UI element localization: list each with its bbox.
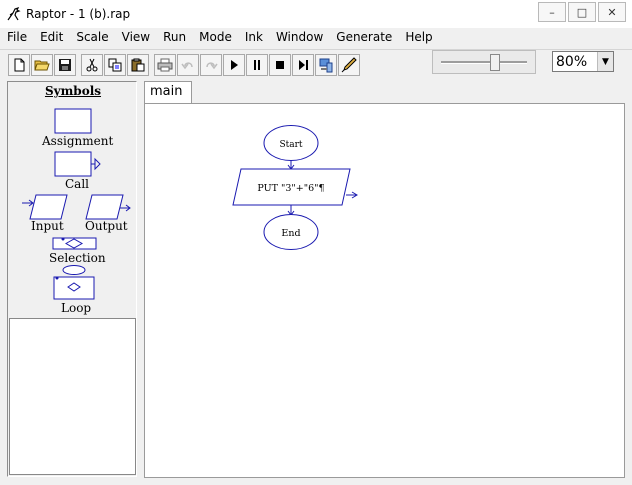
menu-window[interactable]: Window — [269, 28, 329, 48]
raptor-window: Raptor - 1 (b).rap – □ ✕ File Edit Scale… — [0, 0, 632, 485]
window-title: Raptor - 1 (b).rap — [26, 7, 131, 21]
speed-slider[interactable] — [432, 50, 536, 74]
cut-icon — [86, 58, 98, 72]
assignment-symbol[interactable] — [54, 108, 92, 134]
print-button[interactable] — [154, 54, 176, 76]
menu-run[interactable]: Run — [156, 28, 192, 48]
undo-button[interactable] — [177, 54, 199, 76]
caption-buttons: – □ ✕ — [536, 2, 626, 22]
new-file-button[interactable] — [8, 54, 30, 76]
cut-button[interactable] — [81, 54, 103, 76]
output-label: Output — [85, 219, 128, 233]
input-label: Input — [31, 219, 64, 233]
speed-slider-track — [441, 61, 527, 64]
save-button[interactable] — [54, 54, 76, 76]
redo-button[interactable] — [200, 54, 222, 76]
flow-output-label: PUT "3"+"6"¶ — [257, 183, 324, 194]
test-server-icon — [319, 58, 333, 73]
new-file-icon — [14, 58, 25, 72]
step-icon — [299, 60, 308, 70]
print-icon — [157, 58, 173, 72]
menu-scale[interactable]: Scale — [69, 28, 114, 48]
stop-button[interactable] — [269, 54, 291, 76]
execute-button[interactable] — [223, 54, 245, 76]
loop-symbol[interactable] — [52, 265, 98, 301]
call-symbol[interactable] — [54, 151, 102, 177]
test-server-button[interactable] — [315, 54, 337, 76]
copy-button[interactable] — [104, 54, 126, 76]
menu-generate[interactable]: Generate — [329, 28, 398, 48]
menu-bar: File Edit Scale View Run Mode Ink Window… — [0, 28, 632, 48]
selection-label: Selection — [49, 251, 106, 265]
menu-edit[interactable]: Edit — [33, 28, 69, 48]
loop-label: Loop — [61, 301, 92, 315]
symbols-heading: Symbols — [44, 84, 102, 98]
ink-pen-icon — [341, 57, 357, 73]
minimize-button[interactable]: – — [538, 2, 566, 22]
call-label: Call — [65, 177, 90, 191]
menu-view[interactable]: View — [115, 28, 156, 48]
chevron-down-icon[interactable]: ▼ — [597, 52, 613, 71]
close-button[interactable]: ✕ — [598, 2, 626, 22]
stop-icon — [276, 61, 284, 69]
flowchart-canvas[interactable]: Start PUT "3"+"6"¶ End — [144, 103, 625, 478]
raptor-app-icon — [7, 6, 21, 21]
redo-icon — [206, 62, 218, 70]
selection-symbol[interactable] — [52, 234, 98, 250]
step-button[interactable] — [292, 54, 314, 76]
flowchart: Start PUT "3"+"6"¶ End — [232, 125, 358, 250]
tab-main[interactable]: main — [144, 81, 192, 103]
menu-help[interactable]: Help — [398, 28, 438, 48]
output-symbol[interactable] — [84, 193, 132, 221]
menu-ink[interactable]: Ink — [238, 28, 269, 48]
menu-mode[interactable]: Mode — [192, 28, 238, 48]
title-bar: Raptor - 1 (b).rap – □ ✕ — [0, 0, 632, 28]
paste-button[interactable] — [127, 54, 149, 76]
zoom-value: 80% — [556, 53, 588, 70]
open-button[interactable] — [31, 54, 53, 76]
menu-file[interactable]: File — [0, 28, 33, 48]
speed-slider-thumb[interactable] — [490, 54, 501, 71]
flow-start-label: Start — [279, 140, 302, 150]
undo-icon — [181, 62, 193, 70]
flow-end-label: End — [281, 228, 300, 239]
play-icon — [231, 60, 238, 70]
open-folder-icon — [34, 60, 50, 71]
maximize-button[interactable]: □ — [568, 2, 596, 22]
pause-icon — [254, 60, 260, 70]
pause-button[interactable] — [246, 54, 268, 76]
save-icon — [59, 59, 71, 71]
zoom-select[interactable]: 80% ▼ — [552, 51, 614, 72]
paste-icon — [131, 58, 145, 72]
ink-pen-button[interactable] — [338, 54, 360, 76]
assignment-label: Assignment — [42, 134, 114, 148]
variable-watch-panel[interactable] — [9, 318, 136, 475]
toolbar — [0, 49, 632, 80]
input-symbol[interactable] — [22, 193, 68, 221]
copy-icon — [108, 58, 122, 72]
